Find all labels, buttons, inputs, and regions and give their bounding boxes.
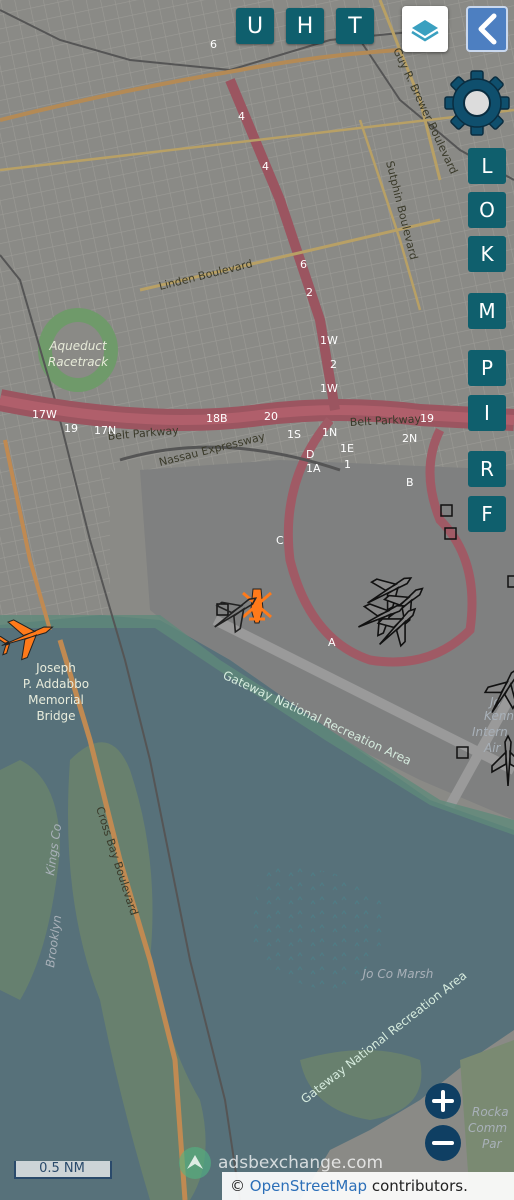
layers-icon bbox=[411, 20, 439, 42]
layers-button[interactable] bbox=[402, 6, 448, 52]
exit-label: 2N bbox=[402, 432, 417, 445]
toggle-h-button[interactable]: H bbox=[286, 8, 324, 44]
toggle-m-button[interactable]: M bbox=[468, 293, 506, 329]
exit-label: 1W bbox=[320, 382, 338, 395]
exit-label: 1A bbox=[306, 462, 321, 475]
toggle-r-button[interactable]: R bbox=[468, 451, 506, 487]
jo-co-marsh-label: Jo Co Marsh bbox=[361, 967, 434, 981]
exit-label: 2 bbox=[330, 358, 337, 371]
racetrack-label-2: Racetrack bbox=[48, 355, 109, 369]
toggle-p-button[interactable]: P bbox=[468, 350, 506, 386]
exit-label: 6 bbox=[300, 258, 307, 271]
bridge-label-3: Memorial bbox=[28, 693, 84, 707]
exit-label: 19 bbox=[64, 422, 78, 435]
airport-label-2: Kenn bbox=[484, 709, 514, 723]
openstreetmap-link[interactable]: OpenStreetMap bbox=[250, 1177, 367, 1195]
airport-label-4: Air bbox=[483, 741, 502, 755]
toggle-l-button[interactable]: L bbox=[468, 148, 506, 184]
exit-label: 4 bbox=[262, 160, 269, 173]
back-button[interactable] bbox=[466, 6, 508, 52]
exit-label: C bbox=[276, 534, 284, 547]
rockaway-label-1: Rocka bbox=[472, 1105, 509, 1119]
bridge-label-1: Joseph bbox=[35, 661, 76, 675]
exit-label: D bbox=[306, 448, 314, 461]
exit-label: 20 bbox=[264, 410, 278, 423]
exit-label: B bbox=[406, 476, 414, 489]
plus-icon bbox=[432, 1090, 454, 1112]
toggle-k-button[interactable]: K bbox=[468, 236, 506, 272]
exit-label: 1W bbox=[320, 334, 338, 347]
map-canvas[interactable]: Aqueduct Racetrack Linden Boulevard Belt… bbox=[0, 0, 514, 1200]
toggle-u-button[interactable]: U bbox=[236, 8, 274, 44]
exit-label: 17N bbox=[94, 424, 116, 437]
exit-label: 1N bbox=[322, 426, 337, 439]
exit-label: 6 bbox=[210, 38, 217, 51]
chevron-left-icon bbox=[478, 13, 497, 45]
exit-label: 1E bbox=[340, 442, 354, 455]
bridge-label-4: Bridge bbox=[36, 709, 75, 723]
toggle-t-button[interactable]: T bbox=[336, 8, 374, 44]
exit-label: 1 bbox=[344, 458, 351, 471]
toggle-f-button[interactable]: F bbox=[468, 496, 506, 532]
exit-label: 4 bbox=[238, 110, 245, 123]
adsbexchange-logo-icon bbox=[179, 1147, 211, 1179]
toggle-o-button[interactable]: O bbox=[468, 192, 506, 228]
minus-icon bbox=[432, 1141, 454, 1145]
street-grid bbox=[0, 0, 514, 470]
toggle-i-button[interactable]: I bbox=[468, 395, 506, 431]
rockaway-label-3: Par bbox=[482, 1137, 503, 1151]
exit-label: 2 bbox=[306, 286, 313, 299]
attribution-suffix: contributors. bbox=[371, 1177, 468, 1195]
settings-button[interactable] bbox=[442, 68, 512, 138]
exit-label: A bbox=[328, 636, 336, 649]
airport-label-3: Intern bbox=[472, 725, 508, 739]
scale-label: 0.5 NM bbox=[39, 1161, 85, 1176]
rockaway-label-2: Comm bbox=[468, 1121, 507, 1135]
exit-label: 17W bbox=[32, 408, 57, 421]
bridge-label-2: P. Addabbo bbox=[23, 677, 89, 691]
zoom-out-button[interactable] bbox=[425, 1125, 461, 1161]
exit-label: 19 bbox=[420, 412, 434, 425]
zoom-in-button[interactable] bbox=[425, 1083, 461, 1119]
exit-label: 18B bbox=[206, 412, 228, 425]
scale-bar: 0.5 NM bbox=[14, 1161, 112, 1181]
copyright-symbol: © bbox=[230, 1177, 245, 1195]
watermark-text: adsbexchange.com bbox=[218, 1153, 384, 1173]
exit-label: 1S bbox=[287, 428, 301, 441]
gear-icon bbox=[444, 70, 510, 136]
map-attribution: © OpenStreetMap contributors. bbox=[222, 1172, 514, 1200]
racetrack-label-1: Aqueduct bbox=[48, 339, 108, 353]
